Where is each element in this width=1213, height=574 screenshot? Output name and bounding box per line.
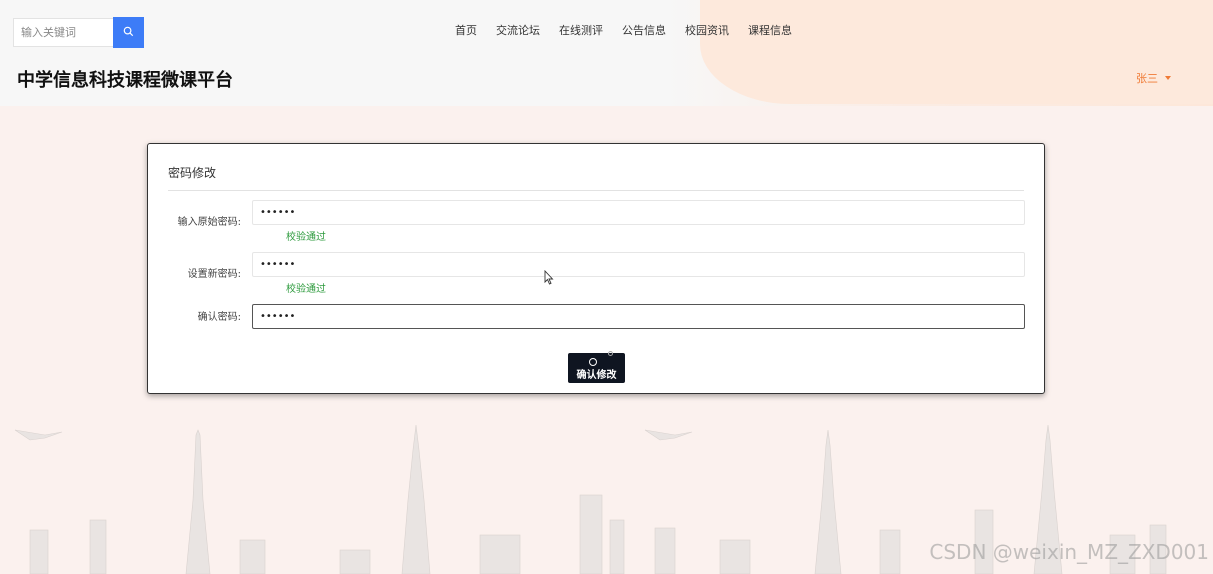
nav-courses[interactable]: 课程信息 [748, 22, 792, 38]
mouse-cursor-icon [544, 269, 554, 288]
old-password-label: 输入原始密码: [177, 217, 241, 228]
search-box [13, 17, 144, 48]
old-password-input[interactable] [252, 200, 1025, 225]
caret-down-icon[interactable] [1165, 76, 1171, 80]
search-input[interactable] [13, 18, 113, 47]
header-decoration [700, 0, 1213, 104]
loading-dot-icon [608, 351, 613, 356]
confirm-change-label: 确认修改 [576, 370, 617, 381]
nav-home[interactable]: 首页 [455, 22, 477, 38]
confirm-password-label: 确认密码: [197, 312, 241, 323]
main-nav: 首页 交流论坛 在线测评 公告信息 校园资讯 课程信息 [455, 22, 792, 38]
nav-forum[interactable]: 交流论坛 [496, 22, 540, 38]
new-password-input[interactable] [252, 252, 1025, 277]
old-password-validation: 校验通过 [286, 232, 326, 243]
nav-online-test[interactable]: 在线测评 [559, 22, 603, 38]
nav-campus-news[interactable]: 校园资讯 [685, 22, 729, 38]
card-title: 密码修改 [168, 166, 217, 180]
password-change-card: 密码修改 输入原始密码: 校验通过 设置新密码: 校验通过 确认密码: 确认修改 [147, 143, 1045, 394]
new-password-label: 设置新密码: [187, 269, 241, 280]
loading-icon [589, 358, 597, 366]
divider [168, 190, 1024, 191]
search-icon [123, 25, 134, 40]
user-menu[interactable]: 张三 [1136, 70, 1171, 86]
site-title: 中学信息科技课程微课平台 [17, 70, 233, 91]
search-button[interactable] [113, 17, 144, 48]
nav-notices[interactable]: 公告信息 [622, 22, 666, 38]
confirm-password-input[interactable] [252, 304, 1025, 329]
watermark: CSDN @weixin_MZ_ZXD001 [929, 540, 1209, 564]
header: 首页 交流论坛 在线测评 公告信息 校园资讯 课程信息 中学信息科技课程微课平台… [0, 0, 1213, 106]
confirm-change-button[interactable]: 确认修改 [568, 351, 625, 383]
new-password-validation: 校验通过 [286, 284, 326, 295]
user-name[interactable]: 张三 [1136, 70, 1158, 86]
